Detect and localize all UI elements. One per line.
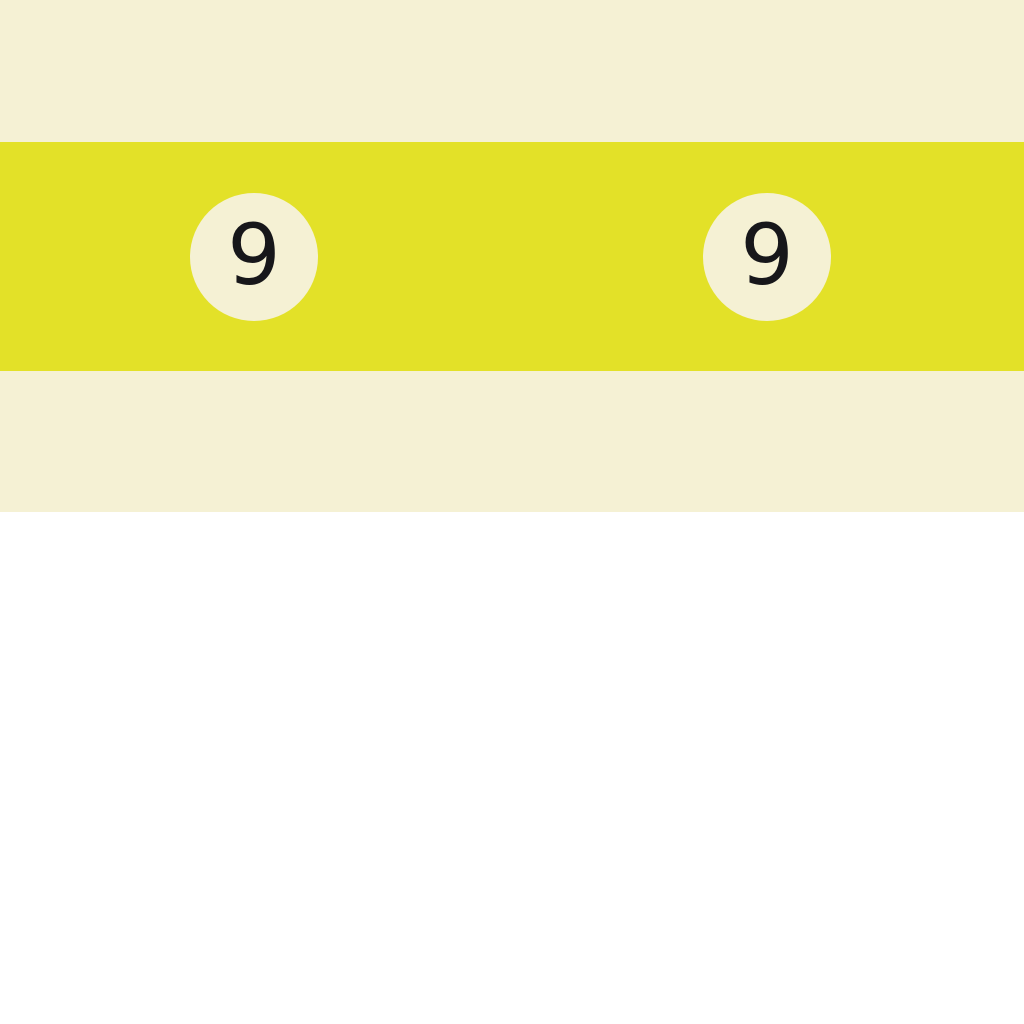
ball-face-card: 9 9 xyxy=(0,0,1024,512)
ball-number-left: 9 xyxy=(227,206,281,304)
blank-area xyxy=(0,512,1024,1024)
number-circle-right: 9 xyxy=(703,193,831,321)
number-circle-left: 9 xyxy=(190,193,318,321)
yellow-stripe xyxy=(0,142,1024,371)
ball-number-right: 9 xyxy=(740,206,794,304)
